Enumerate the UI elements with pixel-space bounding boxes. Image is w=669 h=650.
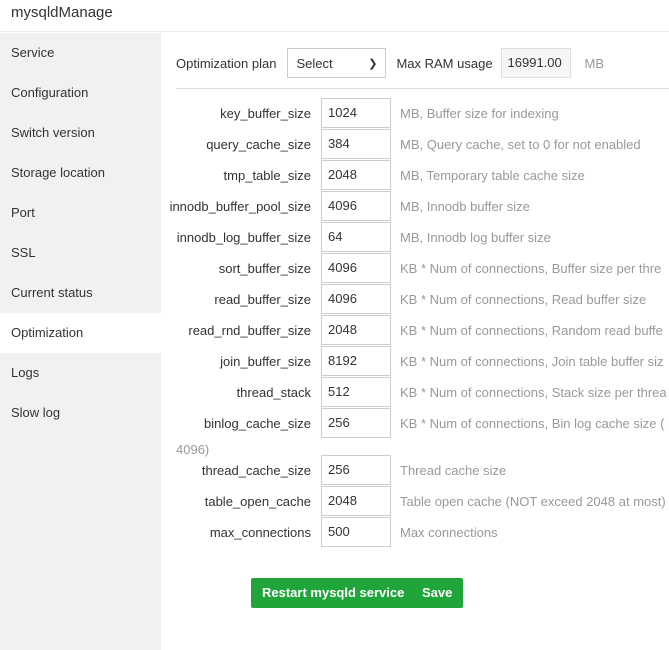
param-label: sort_buffer_size — [218, 260, 311, 276]
plan-select-value: Select — [296, 55, 333, 71]
chevron-down-icon: ❯ — [368, 57, 378, 70]
param-label: table_open_cache — [204, 493, 311, 509]
ram-label: Max RAM usage — [396, 55, 493, 71]
restart-mysqld-button[interactable]: Restart mysqld service — [251, 578, 416, 608]
param-description: Table open cache (NOT exceed 2048 at mos… — [400, 493, 666, 509]
param-row-tmp-table-size: tmp_table_size 2048 MB, Temporary table ca… — [161, 160, 585, 190]
sidebar-item-configuration[interactable]: Configuration — [0, 73, 161, 113]
param-input[interactable]: 2048 — [321, 486, 391, 516]
ram-unit: MB — [584, 55, 605, 71]
divider — [176, 88, 669, 89]
param-input[interactable]: 2048 — [321, 160, 391, 190]
param-description: MB, Buffer size for indexing — [400, 105, 559, 121]
param-description: MB, Temporary table cache size — [400, 167, 585, 183]
param-input[interactable]: 4096 — [321, 191, 391, 221]
param-row-thread-cache-size: thread_cache_size 256 Thread cache size — [161, 455, 506, 485]
sidebar-item-storage-location[interactable]: Storage location — [0, 153, 161, 193]
sidebar-item-logs[interactable]: Logs — [0, 353, 161, 393]
param-row-read-buffer-size: read_buffer_size 4096 KB * Num of connecti… — [161, 284, 646, 314]
sidebar-item-switch-version[interactable]: Switch version — [0, 113, 161, 153]
param-row-innodb-buffer-pool-size: innodb_buffer_pool_size 4096 MB, Innodb bu… — [161, 191, 530, 221]
param-row-binlog-cache-size: binlog_cache_size 256 KB * Num of connecti… — [161, 408, 664, 438]
param-description: KB * Num of connections, Stack size per … — [400, 384, 667, 400]
param-label: read_rnd_buffer_size — [188, 322, 311, 338]
param-description: KB * Num of connections, Join table buff… — [400, 353, 664, 369]
sidebar-item-service[interactable]: Service — [0, 33, 161, 73]
sidebar-item-slow-log[interactable]: Slow log — [0, 393, 161, 433]
param-input[interactable]: 500 — [321, 517, 391, 547]
param-description: Thread cache size — [400, 462, 507, 478]
param-label: thread_stack — [236, 384, 311, 400]
param-input[interactable]: 384 — [321, 129, 391, 159]
param-input[interactable]: 256 — [321, 455, 391, 485]
param-row-sort-buffer-size: sort_buffer_size 4096 KB * Num of connecti… — [161, 253, 661, 283]
param-description: KB * Num of connections, Read buffer siz… — [400, 291, 647, 307]
param-description: MB, Innodb buffer size — [400, 198, 530, 214]
param-row-join-buffer-size: join_buffer_size 8192 KB * Num of connecti… — [161, 346, 664, 376]
param-description: MB, Query cache, set to 0 for not enable… — [400, 136, 641, 152]
plan-label: Optimization plan — [176, 55, 277, 71]
param-label: binlog_cache_size — [204, 415, 311, 431]
param-label: thread_cache_size — [201, 462, 311, 478]
sidebar: Service Configuration Switch version Storag… — [0, 33, 161, 650]
param-label: max_connections — [209, 524, 311, 540]
param-row-read-rnd-buffer-size: read_rnd_buffer_size 2048 KB * Num of conn… — [161, 315, 663, 345]
param-row-key-buffer-size: key_buffer_size 1024 MB, Buffer size for i… — [161, 98, 559, 128]
param-input[interactable]: 1024 — [321, 98, 391, 128]
save-button[interactable]: Save — [411, 578, 464, 608]
param-row-thread-stack: thread_stack 512 KB * Num of connections, … — [161, 377, 667, 407]
plan-select[interactable]: Select ❯ — [287, 48, 387, 78]
ram-input[interactable]: 16991.00 — [500, 48, 571, 78]
param-input[interactable]: 64 — [321, 222, 391, 252]
optimization-toolbar: Optimization plan Select ❯ Max RAM usage … — [176, 48, 604, 78]
param-input[interactable]: 2048 — [321, 315, 391, 345]
param-description: Max connections — [400, 524, 498, 540]
param-label: join_buffer_size — [220, 353, 311, 369]
optimization-panel: Optimization plan Select ❯ Max RAM usage … — [161, 33, 669, 650]
param-description: KB * Num of connections, Random read buf… — [400, 322, 663, 338]
sidebar-item-current-status[interactable]: Current status — [0, 273, 161, 313]
param-row-max-connections: max_connections 500 Max connections — [161, 517, 498, 547]
param-label: read_buffer_size — [214, 291, 311, 307]
param-label: innodb_buffer_pool_size — [169, 198, 311, 214]
param-label: innodb_log_buffer_size — [176, 229, 311, 245]
param-input[interactable]: 4096 — [321, 253, 391, 283]
param-description: MB, Innodb log buffer size — [400, 229, 551, 245]
sidebar-item-ssl[interactable]: SSL — [0, 233, 161, 273]
sidebar-item-port[interactable]: Port — [0, 193, 161, 233]
param-label: query_cache_size — [206, 136, 311, 152]
param-description: KB * Num of connections, Bin log cache s… — [400, 415, 665, 431]
param-description: KB * Num of connections, Buffer size per… — [400, 260, 662, 276]
param-row-table-open-cache: table_open_cache 2048 Table open cache (NO… — [161, 486, 666, 516]
app-title: mysqldManage — [0, 0, 669, 32]
sidebar-item-optimization[interactable]: Optimization — [0, 313, 161, 353]
param-label: tmp_table_size — [223, 167, 311, 183]
param-row-innodb-log-buffer-size: innodb_log_buffer_size 64 MB, Innodb log b… — [161, 222, 551, 252]
param-input[interactable]: 4096 — [321, 284, 391, 314]
param-input[interactable]: 256 — [321, 408, 391, 438]
param-row-query-cache-size: query_cache_size 384 MB, Query cache, set … — [161, 129, 641, 159]
param-input[interactable]: 512 — [321, 377, 391, 407]
param-input[interactable]: 8192 — [321, 346, 391, 376]
param-label: key_buffer_size — [220, 105, 311, 121]
